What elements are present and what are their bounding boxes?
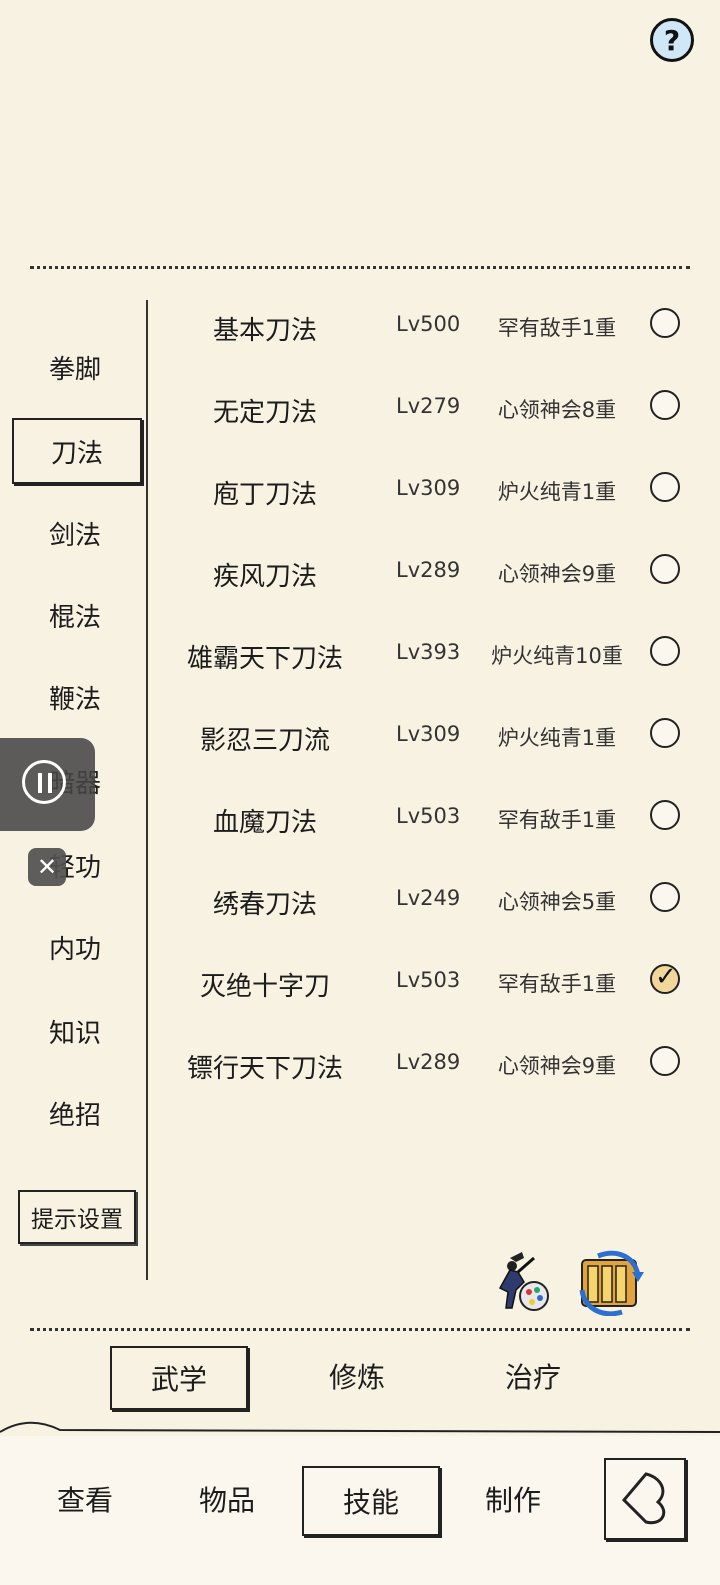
sidebar-item-label: 棍法	[48, 602, 101, 633]
nav-tab-items[interactable]: 物品	[160, 1466, 294, 1532]
nav-tab-view[interactable]: 查看	[18, 1466, 152, 1532]
help-button[interactable]: ?	[650, 18, 694, 62]
skill-level: Lv289	[396, 1050, 461, 1074]
skill-rank: 心领神会9重	[497, 562, 617, 586]
skill-select-radio[interactable]	[650, 800, 680, 830]
skill-level: Lv309	[396, 722, 461, 746]
skill-select-radio[interactable]	[650, 1046, 680, 1076]
skill-select-radio[interactable]	[650, 882, 680, 912]
skill-rank: 罕有敌手1重	[497, 808, 617, 832]
pause-icon	[22, 760, 66, 804]
skill-row[interactable]: 灭绝十字刀 Lv503 罕有敌手1重 ✓	[160, 952, 700, 1012]
sidebar-item-quanjiao[interactable]: 拳脚	[12, 336, 138, 398]
skill-name: 基本刀法	[212, 316, 317, 346]
skill-rank: 炉火纯青10重	[491, 644, 623, 668]
pause-bar	[48, 773, 52, 793]
skill-rank: 罕有敌手1重	[497, 316, 617, 340]
sidebar-item-label: 知识	[48, 1018, 101, 1049]
sidebar-item-label: 鞭法	[48, 684, 101, 715]
subtab-zhiliao[interactable]: 治疗	[466, 1346, 600, 1406]
skill-level: Lv279	[396, 394, 461, 418]
skill-select-radio-checked[interactable]: ✓	[650, 962, 680, 994]
checkmark-icon: ✓	[655, 962, 677, 992]
skill-level: Lv249	[396, 886, 461, 910]
skill-row[interactable]: 镖行天下刀法 Lv289 心领神会9重	[160, 1034, 700, 1094]
nav-tab-label: 物品	[198, 1484, 255, 1517]
skill-rank: 炉火纯青1重	[497, 480, 617, 504]
skill-row[interactable]: 雄霸天下刀法 Lv393 炉火纯青10重	[160, 624, 700, 684]
skill-name: 绣春刀法	[212, 890, 317, 920]
skill-rank: 心领神会5重	[497, 890, 617, 914]
subtab-label: 治疗	[504, 1361, 561, 1394]
skill-name: 灭绝十字刀	[199, 972, 330, 1002]
skill-name: 影忍三刀流	[199, 726, 330, 756]
sidebar-divider	[146, 300, 148, 1280]
sidebar-item-label: 刀法	[50, 438, 103, 469]
subtab-wuxue[interactable]: 武学	[110, 1346, 248, 1410]
skill-rank: 心领神会9重	[497, 1054, 617, 1078]
back-arrow-icon	[621, 1472, 666, 1525]
sidebar-item-neigong[interactable]: 内功	[12, 916, 138, 978]
skill-name: 血魔刀法	[212, 808, 317, 838]
nav-tab-label: 查看	[56, 1484, 113, 1517]
skill-select-radio[interactable]	[650, 554, 680, 584]
sidebar-item-daofa[interactable]: 刀法	[12, 418, 142, 484]
subtab-label: 武学	[150, 1363, 207, 1396]
skill-select-radio[interactable]	[650, 718, 680, 748]
back-button[interactable]	[604, 1458, 686, 1540]
skill-select-radio[interactable]	[650, 472, 680, 502]
sidebar-item-label: 拳脚	[48, 354, 101, 385]
nav-tab-skills[interactable]: 技能	[302, 1466, 440, 1536]
skill-level: Lv503	[396, 804, 461, 828]
skill-select-radio[interactable]	[650, 308, 680, 338]
skill-select-radio[interactable]	[650, 636, 680, 666]
floating-close-button[interactable]: ✕	[28, 848, 66, 886]
pause-bar	[38, 773, 42, 793]
martial-artist-palette-icon[interactable]	[488, 1248, 554, 1314]
skill-rank: 炉火纯青1重	[497, 726, 617, 750]
skill-name: 雄霸天下刀法	[186, 644, 343, 674]
sidebar-item-gunfa[interactable]: 棍法	[12, 584, 138, 646]
skill-level: Lv500	[396, 312, 461, 336]
skill-row[interactable]: 影忍三刀流 Lv309 炉火纯青1重	[160, 706, 700, 766]
sidebar-item-label: 剑法	[48, 520, 101, 551]
top-divider	[30, 266, 690, 269]
skill-level: Lv393	[396, 640, 461, 664]
nav-tab-craft[interactable]: 制作	[446, 1466, 580, 1532]
skill-row[interactable]: 绣春刀法 Lv249 心领神会5重	[160, 870, 700, 930]
skill-level: Lv503	[396, 968, 461, 992]
subtab-xiulian[interactable]: 修炼	[290, 1346, 424, 1406]
question-mark-icon: ?	[663, 23, 681, 57]
skill-row[interactable]: 基本刀法 Lv500 罕有敌手1重	[160, 296, 700, 356]
sidebar-item-label: 内功	[48, 934, 101, 965]
skill-level: Lv309	[396, 476, 461, 500]
nav-tab-label: 制作	[484, 1484, 541, 1517]
hint-settings-button[interactable]: 提示设置	[18, 1190, 136, 1244]
sidebar-item-bianfa[interactable]: 鞭法	[12, 666, 138, 728]
skill-rank: 心领神会8重	[497, 398, 617, 422]
skill-name: 无定刀法	[212, 398, 317, 428]
skill-name: 庖丁刀法	[212, 480, 317, 510]
skill-row[interactable]: 疾风刀法 Lv289 心领神会9重	[160, 542, 700, 602]
bottom-divider	[30, 1328, 690, 1331]
skill-name: 镖行天下刀法	[186, 1054, 343, 1084]
sidebar-item-zhishi[interactable]: 知识	[12, 1000, 138, 1062]
skill-select-radio[interactable]	[650, 390, 680, 420]
sidebar-item-jianfa[interactable]: 剑法	[12, 502, 138, 564]
skill-row[interactable]: 无定刀法 Lv279 心领神会8重	[160, 378, 700, 438]
swap-scroll-icon[interactable]	[578, 1250, 644, 1317]
nav-tab-label: 技能	[342, 1486, 399, 1519]
skill-name: 疾风刀法	[212, 562, 317, 592]
skill-rank: 罕有敌手1重	[497, 972, 617, 996]
close-icon: ✕	[36, 853, 58, 881]
subtab-label: 修炼	[328, 1361, 385, 1394]
sidebar-item-label: 绝招	[48, 1100, 101, 1131]
floating-pause-button[interactable]	[0, 738, 95, 831]
skill-level: Lv289	[396, 558, 461, 582]
skill-row[interactable]: 血魔刀法 Lv503 罕有敌手1重	[160, 788, 700, 848]
sidebar-item-juezhao[interactable]: 绝招	[12, 1082, 138, 1144]
skill-row[interactable]: 庖丁刀法 Lv309 炉火纯青1重	[160, 460, 700, 520]
